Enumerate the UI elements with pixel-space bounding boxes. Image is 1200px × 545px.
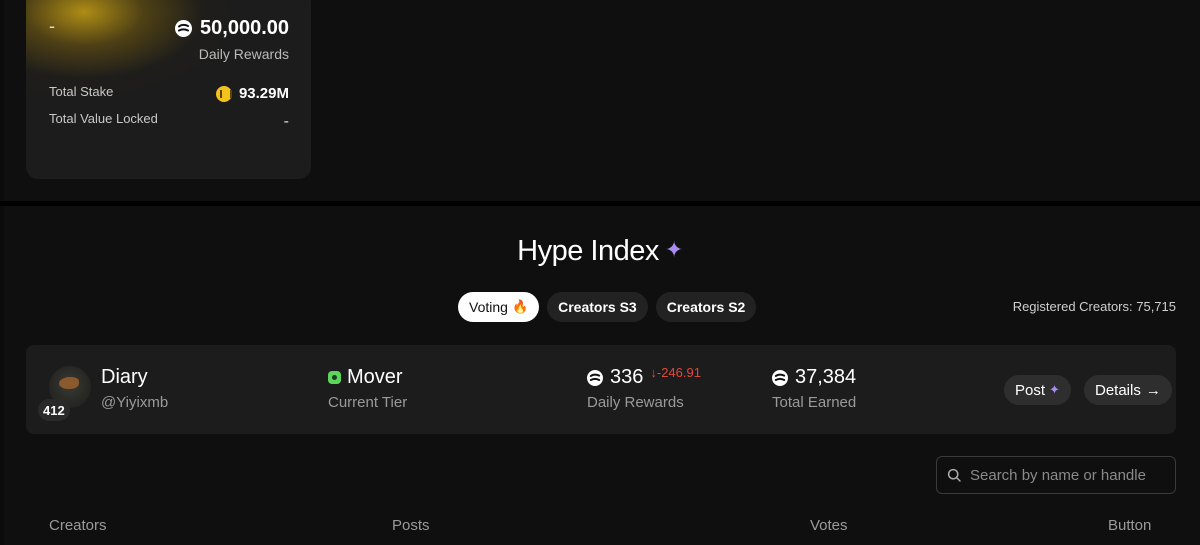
creator-name[interactable]: Diary: [101, 366, 148, 389]
column-header-votes[interactable]: Votes: [810, 517, 848, 534]
daily-rewards-label: Daily Rewards: [587, 394, 684, 411]
details-button-label: Details: [1095, 381, 1141, 399]
token-s-icon: [587, 369, 603, 386]
search-icon: [947, 468, 961, 482]
total-stake-value: 93.29M: [238, 85, 289, 102]
tvl-label: Total Value Locked: [49, 111, 158, 126]
daily-rewards-value: 336: [610, 366, 644, 388]
total-stake-label: Total Stake: [49, 84, 114, 99]
daily-rewards-value: 50,000.00: [200, 17, 289, 39]
hype-title-text: Hype Index: [517, 235, 659, 267]
creator-daily-rewards: 336 ↓-246.91: [587, 365, 701, 389]
daily-change: ↓-246.91: [650, 365, 701, 380]
details-button[interactable]: Details →: [1084, 375, 1172, 405]
search-input[interactable]: [970, 466, 1170, 484]
current-creator-row[interactable]: 412 Diary @Yiyixmb Mover Current Tier 33…: [26, 345, 1176, 434]
tier-name: Mover: [347, 366, 403, 388]
daily-rewards-amount: 50,000.00: [175, 17, 289, 40]
fire-icon: 🔥: [511, 299, 529, 314]
search-box[interactable]: [936, 456, 1176, 494]
tab-bar: Voting 🔥 Creators S3 Creators S2: [458, 292, 757, 322]
total-earned-label: Total Earned: [772, 394, 857, 411]
tab-creators-s3[interactable]: Creators S3: [547, 292, 648, 322]
column-header-button: Button: [1108, 517, 1152, 534]
column-header-creators[interactable]: Creators: [49, 517, 107, 534]
sparkle-icon: ✦: [664, 237, 683, 262]
tab-creators-s2-label: Creators S2: [666, 299, 746, 315]
tier-badge-icon: [328, 371, 341, 384]
token-s-icon: [175, 20, 193, 37]
column-header-posts[interactable]: Posts: [392, 517, 430, 534]
post-button[interactable]: Post ✦: [1004, 375, 1071, 405]
total-stake-amount: 93.29M: [215, 85, 289, 102]
tab-voting[interactable]: Voting 🔥: [458, 292, 540, 322]
gold-coin-icon: [215, 85, 232, 102]
sparkle-icon: ✦: [1049, 382, 1060, 397]
tab-creators-s2[interactable]: Creators S2: [655, 292, 757, 322]
tvl-value: -: [283, 113, 289, 130]
creator-handle: @Yiyixmb: [101, 394, 169, 411]
stake-card[interactable]: - 50,000.00 Daily Rewards Total Stake 93…: [26, 0, 311, 179]
post-button-label: Post: [1015, 381, 1046, 399]
tier-value: Mover: [328, 366, 403, 389]
total-earned-value: 37,384: [795, 366, 857, 388]
daily-rewards-label: Daily Rewards: [198, 46, 289, 62]
tab-voting-label: Voting: [469, 299, 508, 315]
rank-badge: 412: [38, 399, 70, 421]
tab-creators-s3-label: Creators S3: [558, 299, 637, 315]
token-s-icon: [772, 369, 788, 386]
tier-label: Current Tier: [328, 394, 408, 411]
arrow-right-icon: →: [1145, 381, 1161, 399]
creator-total-earned: 37,384: [772, 366, 856, 389]
registered-creators-count: Registered Creators: 75,715: [1012, 299, 1176, 314]
page-title: Hype Index ✦: [0, 235, 1200, 268]
daily-change-value: -246.91: [656, 365, 701, 380]
avatar-image: [59, 377, 79, 389]
card-left-value: -: [49, 16, 55, 36]
